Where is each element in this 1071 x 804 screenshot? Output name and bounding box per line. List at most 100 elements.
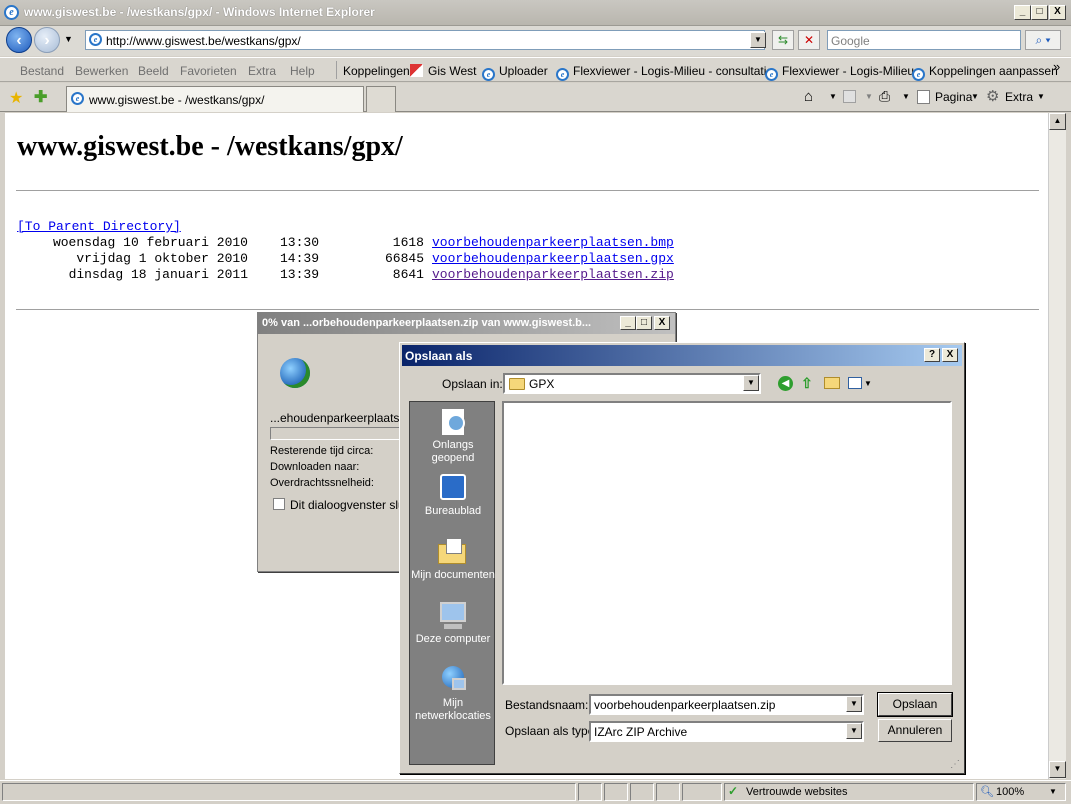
- download-minimize-button[interactable]: _: [620, 316, 636, 330]
- address-bar[interactable]: e http://www.giswest.be/westkans/gpx/ ▼: [85, 30, 766, 50]
- new-tab-button[interactable]: [366, 86, 396, 112]
- download-close-button[interactable]: X: [654, 316, 670, 330]
- menu-help[interactable]: Help: [290, 64, 315, 78]
- divider: [16, 309, 1039, 310]
- refresh-button[interactable]: ⇆: [772, 30, 794, 50]
- filename-input[interactable]: voorbehoudenparkeerplaatsen.zip ▼: [589, 694, 864, 715]
- page-title: www.giswest.be - /westkans/gpx/: [17, 131, 403, 162]
- save-button[interactable]: Opslaan: [877, 692, 953, 717]
- link-flexviewer[interactable]: e Flexviewer - Logis-Milieu: [765, 64, 914, 81]
- tab-active[interactable]: e www.giswest.be - /westkans/gpx/: [66, 86, 364, 112]
- download-dialog-title-bar: 0% van ...orbehoudenparkeerplaatsen.zip …: [258, 313, 675, 334]
- cancel-button[interactable]: Annuleren: [878, 719, 952, 742]
- title-bar: e www.giswest.be - /westkans/gpx/ - Wind…: [0, 0, 1071, 26]
- zoom-control[interactable]: 🔍︎ 100% ▼: [976, 783, 1066, 801]
- links-label: Koppelingen: [343, 64, 410, 78]
- status-segment: [604, 783, 628, 801]
- status-segment: [682, 783, 722, 801]
- view-menu-icon[interactable]: [848, 377, 862, 389]
- vertical-scrollbar[interactable]: ▲ ▼: [1048, 113, 1066, 779]
- favorites-star-icon[interactable]: ★: [9, 88, 23, 108]
- save-dialog-close-button[interactable]: X: [942, 348, 958, 362]
- scroll-down-button[interactable]: ▼: [1049, 761, 1066, 778]
- minimize-button[interactable]: _: [1014, 5, 1031, 20]
- remaining-time-label: Resterende tijd circa:: [270, 445, 374, 457]
- ie-page-icon: e: [482, 68, 495, 81]
- page-dropdown-icon[interactable]: ▼: [971, 92, 979, 101]
- place-desktop[interactable]: Bureaublad: [410, 474, 496, 518]
- view-dropdown-icon[interactable]: ▼: [864, 379, 872, 388]
- link-gis-west[interactable]: Gis West: [410, 64, 476, 78]
- file-link[interactable]: voorbehoudenparkeerplaatsen.bmp: [432, 235, 674, 250]
- links-chevron[interactable]: »: [1053, 59, 1060, 74]
- file-type-dropdown-button[interactable]: ▼: [846, 723, 862, 739]
- scroll-up-button[interactable]: ▲: [1049, 113, 1066, 130]
- file-type-select[interactable]: IZArc ZIP Archive ▼: [589, 721, 864, 742]
- back-folder-icon[interactable]: ◀: [778, 376, 793, 391]
- filename-label: Bestandsnaam:: [505, 698, 589, 712]
- file-list[interactable]: [502, 401, 952, 685]
- back-button[interactable]: ‹: [6, 27, 32, 53]
- forward-button[interactable]: ›: [34, 27, 60, 53]
- resize-grip[interactable]: ⋰: [950, 759, 960, 770]
- print-dropdown-icon[interactable]: ▼: [902, 92, 910, 101]
- file-link[interactable]: voorbehoudenparkeerplaatsen.gpx: [432, 251, 674, 266]
- link-koppelingen-aanpassen[interactable]: e Koppelingen aanpassen: [912, 64, 1058, 81]
- page-menu-icon: [917, 90, 930, 104]
- up-folder-icon[interactable]: ⇧: [801, 375, 813, 392]
- download-maximize-button[interactable]: □: [636, 316, 652, 330]
- gear-icon: ⚙: [986, 88, 1000, 105]
- recent-documents-icon: [438, 408, 468, 436]
- search-input[interactable]: Google: [827, 30, 1021, 50]
- save-in-dropdown-button[interactable]: ▼: [743, 375, 759, 391]
- file-link[interactable]: voorbehoudenparkeerplaatsen.zip: [432, 267, 674, 282]
- feeds-dropdown-icon[interactable]: ▼: [865, 92, 873, 101]
- maximize-button[interactable]: □: [1031, 5, 1048, 20]
- print-icon[interactable]: ⎙: [879, 88, 890, 105]
- place-network[interactable]: Mijn netwerklocaties: [410, 666, 496, 723]
- close-when-done-checkbox[interactable]: [273, 498, 285, 510]
- filename-dropdown-button[interactable]: ▼: [846, 696, 862, 712]
- link-uploader[interactable]: e Uploader: [482, 64, 548, 81]
- close-button[interactable]: X: [1049, 5, 1066, 20]
- link-flexviewer-consultatie[interactable]: e Flexviewer - Logis-Milieu - consultatie: [556, 64, 773, 81]
- file-size: 66845: [384, 251, 424, 266]
- gis-west-icon: [410, 64, 423, 77]
- file-date: vrijdag 1 oktober 2010: [76, 251, 248, 266]
- menu-beeld[interactable]: Beeld: [138, 64, 169, 78]
- menu-bestand[interactable]: Bestand: [20, 64, 64, 78]
- place-documents[interactable]: Mijn documenten: [410, 538, 496, 582]
- save-in-select[interactable]: GPX ▼: [503, 373, 761, 394]
- save-as-dialog: Opslaan als ? X Opslaan in: GPX ▼ ◀ ⇧ ▼ …: [399, 342, 965, 774]
- menu-extra[interactable]: Extra: [248, 64, 276, 78]
- place-recent[interactable]: Onlangs geopend: [410, 408, 496, 465]
- status-segment: [578, 783, 602, 801]
- file-type-value: IZArc ZIP Archive: [594, 725, 688, 739]
- search-button[interactable]: ⌕ ▾: [1025, 30, 1061, 50]
- new-folder-icon[interactable]: [824, 377, 840, 389]
- zoom-dropdown-icon[interactable]: ▼: [1049, 787, 1057, 796]
- parent-directory-link[interactable]: [To Parent Directory]: [17, 219, 181, 234]
- home-dropdown-icon[interactable]: ▼: [829, 92, 837, 101]
- help-button[interactable]: ?: [924, 348, 940, 362]
- place-computer[interactable]: Deze computer: [410, 602, 496, 646]
- address-input[interactable]: http://www.giswest.be/westkans/gpx/: [106, 34, 301, 48]
- tools-dropdown-icon[interactable]: ▼: [1037, 92, 1045, 101]
- feeds-icon[interactable]: [843, 90, 856, 103]
- menu-bewerken[interactable]: Bewerken: [75, 64, 128, 78]
- security-zone[interactable]: ✓ Vertrouwde websites: [724, 783, 974, 801]
- save-dialog-title: Opslaan als: [405, 349, 473, 363]
- address-dropdown-button[interactable]: ▼: [750, 32, 766, 48]
- status-segment: [656, 783, 680, 801]
- link-flexviewer-consultatie-label: Flexviewer - Logis-Milieu - consultatie: [573, 64, 774, 78]
- place-recent-label: Onlangs geopend: [431, 439, 475, 464]
- divider: [16, 190, 1039, 191]
- stop-button[interactable]: ✕: [798, 30, 820, 50]
- home-icon[interactable]: ⌂: [804, 88, 813, 105]
- page-menu-button[interactable]: Pagina: [935, 90, 972, 104]
- menu-favorieten[interactable]: Favorieten: [180, 64, 237, 78]
- recent-pages-dropdown-icon[interactable]: ▼: [64, 34, 73, 44]
- tools-menu-button[interactable]: Extra: [1005, 90, 1033, 104]
- add-favorite-icon[interactable]: ✚: [34, 87, 47, 107]
- place-documents-label: Mijn documenten: [411, 569, 495, 581]
